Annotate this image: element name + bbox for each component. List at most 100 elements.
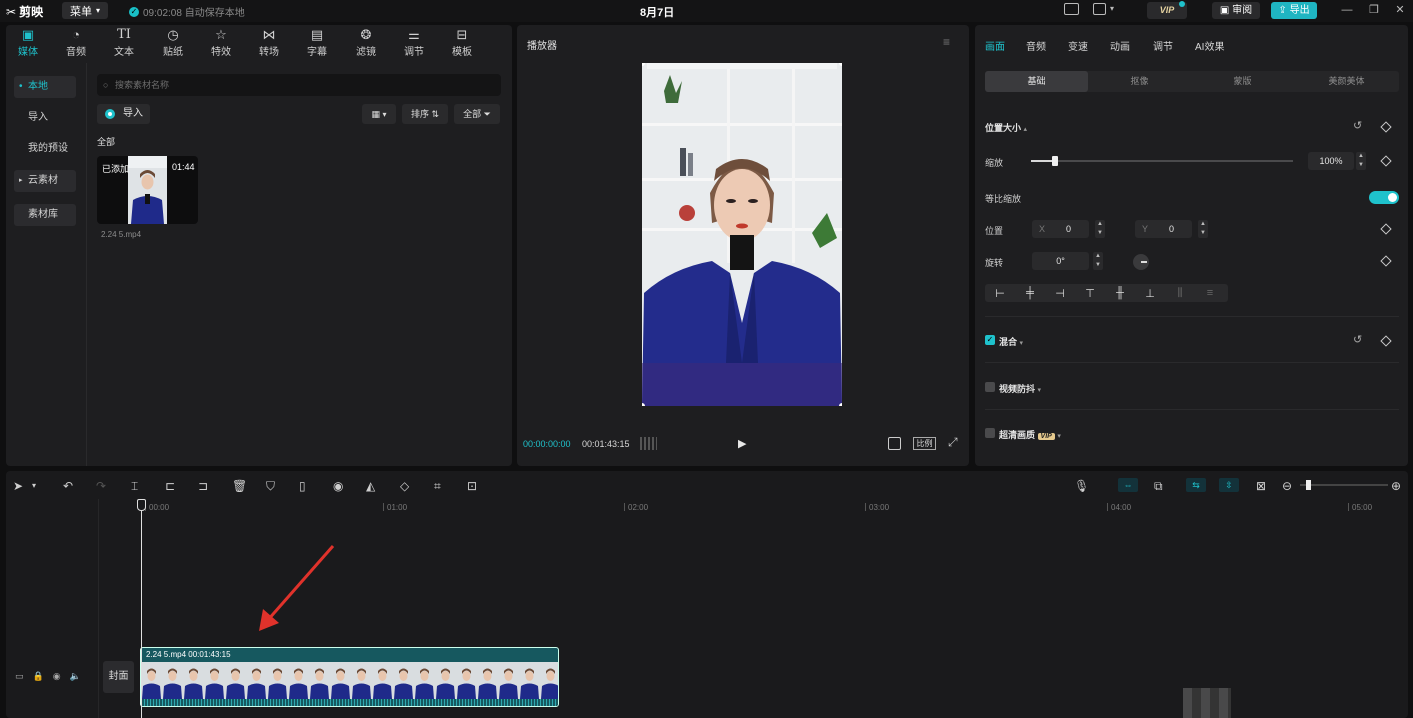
video-preview[interactable] (642, 63, 842, 406)
tab-text[interactable]: TI 文本 (105, 27, 143, 58)
rotation-input[interactable]: 0° (1032, 252, 1089, 270)
distribute-v-icon[interactable]: ≡ (1195, 287, 1225, 299)
stabilize-section[interactable]: 视频防抖 ▾ (999, 382, 1041, 395)
rotation-stepper-icon[interactable]: ▲ ▼ (1093, 252, 1103, 270)
zoom-out-icon[interactable]: ⊖ (1282, 479, 1292, 493)
import-button[interactable]: 导入 (97, 104, 150, 124)
reset-icon[interactable]: ↺ (1353, 119, 1362, 132)
sidebar-item-import[interactable]: 导入 (14, 107, 76, 129)
align-top-icon[interactable]: ⊤ (1075, 287, 1105, 300)
tab-audio[interactable]: ◔ 音频 (57, 27, 95, 58)
position-size-section[interactable]: 位置大小 ▴ (985, 121, 1027, 134)
undo-icon[interactable]: ↶ (63, 479, 73, 493)
minimize-icon[interactable]: — (1340, 3, 1354, 17)
review-button[interactable]: ▣ 审阅 (1212, 2, 1260, 19)
hd-quality-section[interactable]: 超清画质 VIP ▾ (999, 428, 1061, 441)
sidebar-item-presets[interactable]: 我的预设 (14, 138, 76, 160)
subtab-mask[interactable]: 蒙版 (1191, 71, 1294, 92)
maximize-icon[interactable]: ❐ (1367, 3, 1381, 17)
media-clip-card[interactable]: 已添加 01:44 (97, 156, 198, 224)
keyframe-icon[interactable] (1380, 255, 1392, 267)
sort-button[interactable]: 排序 ⇅ (402, 104, 448, 124)
track-cover-icon[interactable]: ▭ (15, 671, 24, 682)
layout-icon[interactable] (1093, 3, 1106, 15)
chevron-down-icon[interactable]: ▾ (32, 481, 36, 490)
lock-icon[interactable]: 🔒 (33, 671, 44, 682)
align-center-v-icon[interactable]: ╫ (1105, 287, 1135, 299)
scale-input[interactable]: 100% (1308, 152, 1354, 170)
tab-speed[interactable]: 变速 (1068, 38, 1088, 53)
export-button[interactable]: ⇪ 导出 (1271, 2, 1317, 19)
align-left-icon[interactable]: ⊢ (985, 287, 1015, 300)
select-cursor-icon[interactable]: ➤ (13, 479, 23, 493)
linkage-icon[interactable]: ⇆ (1186, 478, 1206, 492)
subtab-basic[interactable]: 基础 (985, 71, 1088, 92)
eye-icon[interactable]: ◉ (53, 671, 61, 682)
x-stepper-icon[interactable]: ▲ ▼ (1095, 220, 1105, 238)
screen-icon[interactable]: ⊠ (1256, 479, 1266, 493)
zoom-slider-handle[interactable] (1306, 480, 1311, 490)
playhead[interactable] (141, 501, 142, 718)
mirror-icon[interactable]: ◭ (366, 479, 375, 493)
reverse-play-icon[interactable]: ◉ (333, 479, 343, 493)
blend-section[interactable]: 混合 ▾ (999, 335, 1023, 348)
delete-icon[interactable]: 🗑 (232, 479, 247, 493)
tab-sticker[interactable]: ◷ 贴纸 (154, 27, 192, 58)
subtab-cutout[interactable]: 抠像 (1088, 71, 1191, 92)
search-input[interactable]: ○ 搜索素材名称 (97, 74, 501, 96)
position-x-input[interactable]: X 0 (1032, 220, 1089, 238)
zoom-slider[interactable] (1300, 480, 1388, 490)
subtab-beauty[interactable]: 美颜美体 (1294, 71, 1399, 92)
main-track-magnet-icon[interactable]: ⇔ (1118, 478, 1138, 492)
cover-button[interactable]: 封面 (103, 661, 134, 693)
uniform-scale-toggle[interactable] (1369, 191, 1399, 204)
scale-slider[interactable] (1031, 156, 1293, 166)
tab-picture[interactable]: 画面 (985, 38, 1005, 53)
preview-axis-icon[interactable]: ⇳ (1219, 478, 1239, 492)
align-center-h-icon[interactable]: ╪ (1015, 287, 1045, 299)
speaker-icon[interactable]: 🔈 (70, 671, 81, 682)
hamburger-menu-icon[interactable]: ≡ (943, 35, 950, 49)
sidebar-item-cloud[interactable]: ▸ 云素材 (14, 170, 76, 192)
tab-adjust[interactable]: ⚌ 调节 (395, 27, 433, 58)
auto-snap-icon[interactable]: ⧉ (1154, 479, 1163, 494)
reset-icon[interactable]: ↺ (1353, 333, 1362, 346)
tab-template[interactable]: ⊟ 模板 (443, 27, 481, 58)
freeze-frame-icon[interactable]: ▯ (299, 479, 306, 493)
tab-adjust-settings[interactable]: 调节 (1153, 38, 1173, 53)
zoom-fit-icon[interactable] (888, 437, 901, 450)
keyframe-icon[interactable] (1380, 223, 1392, 235)
keyboard-shortcut-icon[interactable] (1064, 3, 1079, 15)
sidebar-item-library[interactable]: 素材库 (14, 204, 76, 226)
view-mode-button[interactable]: ▦ ▾ (362, 104, 396, 124)
shield-icon[interactable]: ⛉ (266, 479, 275, 494)
split-left-icon[interactable]: ⊏ (165, 479, 175, 493)
y-stepper-icon[interactable]: ▲ ▼ (1198, 220, 1208, 238)
blend-checkbox[interactable]: ✓ (985, 335, 995, 345)
keyframe-icon[interactable] (1380, 155, 1392, 167)
tab-ai-effects[interactable]: AI效果 (1195, 38, 1224, 53)
playhead-handle[interactable] (137, 499, 146, 511)
redo-icon[interactable]: ↷ (96, 479, 106, 493)
split-right-icon[interactable]: ⊐ (198, 479, 208, 493)
align-right-icon[interactable]: ⊣ (1045, 287, 1075, 300)
scale-slider-handle[interactable] (1051, 156, 1058, 166)
hd-quality-checkbox[interactable] (985, 428, 995, 438)
menu-button[interactable]: 菜单 ▾ (62, 2, 108, 19)
zoom-in-icon[interactable]: ⊕ (1391, 479, 1401, 493)
layout-chevron-icon[interactable]: ▾ (1110, 4, 1114, 13)
crop-icon[interactable]: ⌗ (434, 479, 441, 494)
scale-stepper-icon[interactable]: ▲ ▼ (1356, 152, 1366, 170)
microphone-icon[interactable]: 🎙 (1074, 479, 1089, 493)
timeline-ruler[interactable] (98, 499, 1408, 515)
tab-audio-settings[interactable]: 音频 (1026, 38, 1046, 53)
align-bottom-icon[interactable]: ⊥ (1135, 287, 1165, 300)
tab-subtitle[interactable]: ▤ 字幕 (298, 27, 336, 58)
tab-transition[interactable]: ⋈ 转场 (250, 27, 288, 58)
split-icon[interactable]: ⌶ (131, 479, 138, 494)
auto-reframe-icon[interactable]: ⊡ (467, 479, 477, 493)
tab-effects[interactable]: ☆ 特效 (202, 27, 240, 58)
close-icon[interactable]: ✕ (1393, 3, 1407, 17)
tab-media[interactable]: ▣ 媒体 (9, 27, 47, 58)
stabilize-checkbox[interactable] (985, 382, 995, 392)
